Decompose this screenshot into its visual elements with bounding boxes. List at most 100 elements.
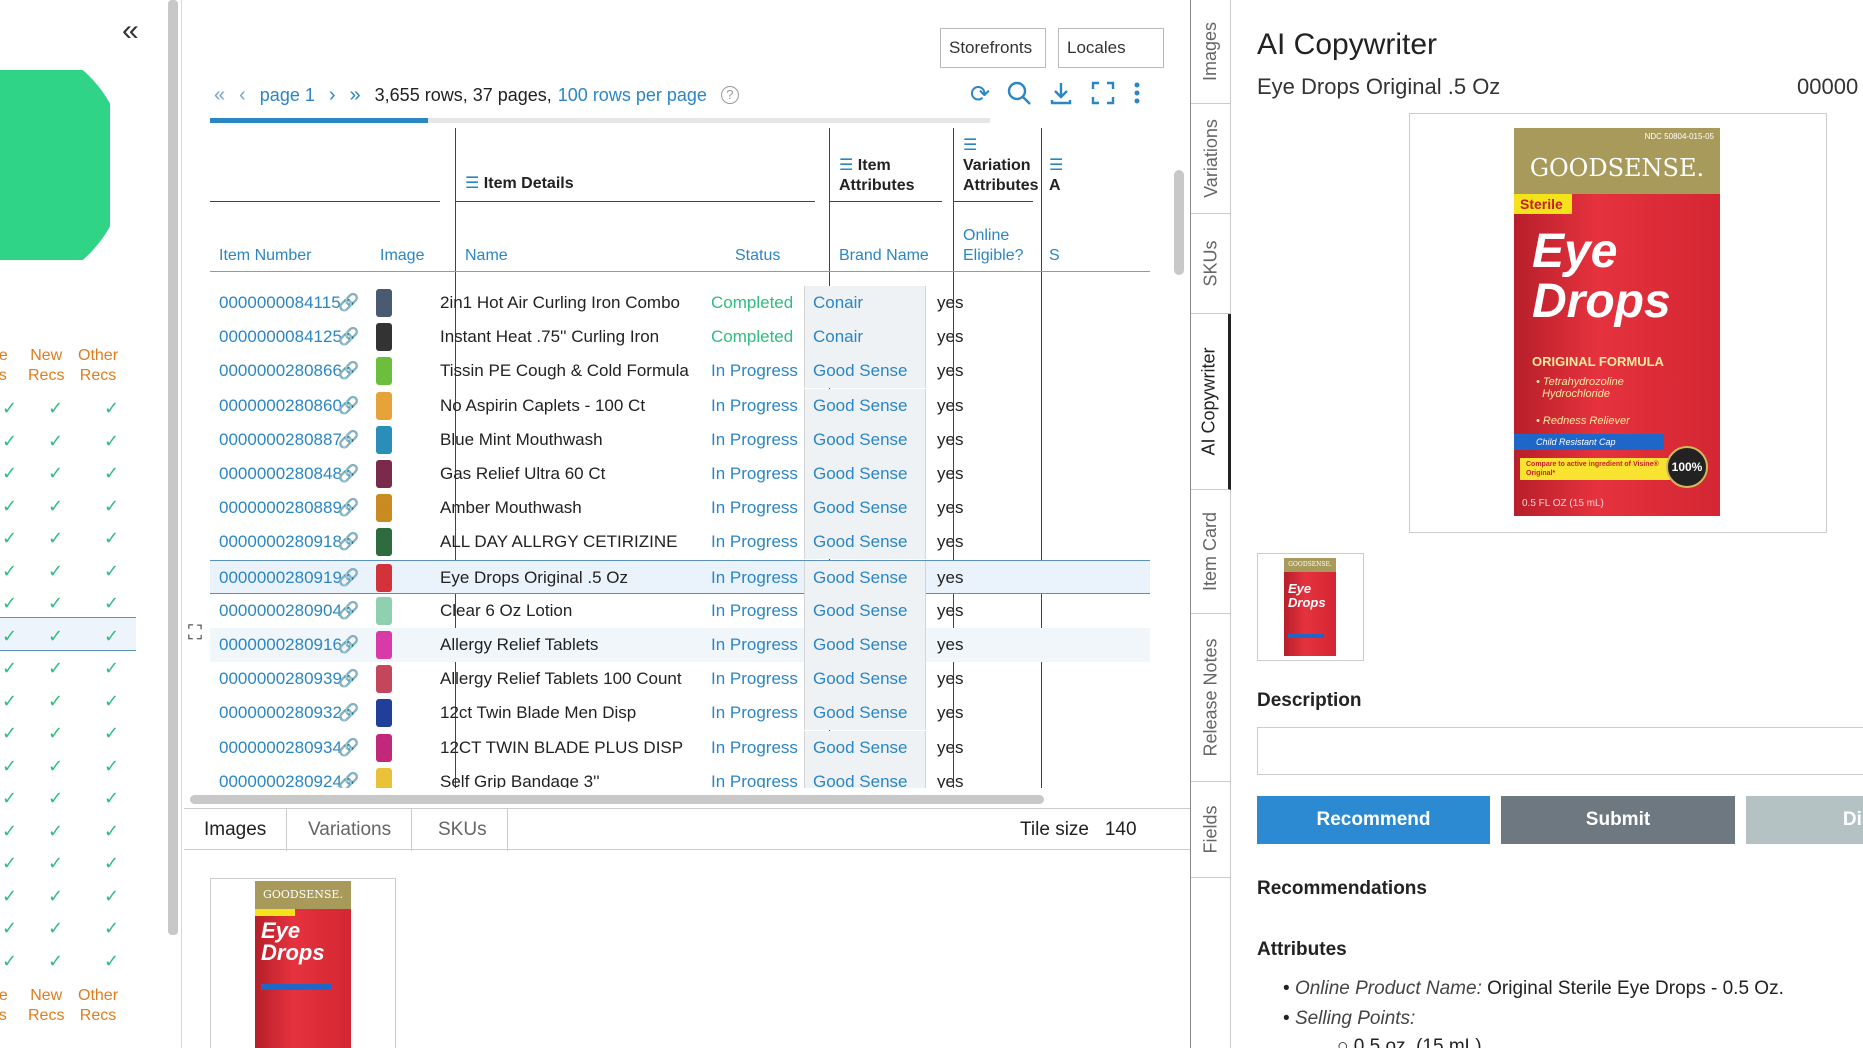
table-row[interactable]: 0000000280918 🔗 ALL DAY ALLRGY CETIRIZINE I… — [210, 525, 1150, 560]
item-thumbnail[interactable] — [376, 323, 392, 352]
tab-variations[interactable]: Variations — [288, 809, 413, 851]
help-icon[interactable]: ? — [720, 86, 739, 104]
download-icon[interactable] — [1048, 80, 1074, 106]
item-name[interactable]: Amber Mouthwash — [440, 491, 705, 525]
table-row[interactable]: 0000000280889 🔗 Amber Mouthwash In Progress… — [210, 491, 1150, 526]
link-icon[interactable]: 🔗 — [338, 525, 359, 559]
item-name[interactable]: 12ct Twin Blade Men Disp — [440, 696, 705, 730]
tab-skus[interactable]: SKUs — [418, 809, 508, 851]
link-icon[interactable]: 🔗 — [338, 423, 359, 457]
tile-size-control[interactable]: Tile size 140 — [1020, 809, 1137, 851]
main-product-image[interactable]: NDC 50804-015-05 GOODSENSE. Sterile Eye … — [1409, 113, 1827, 533]
recommend-button[interactable]: Recommend — [1257, 796, 1490, 844]
brand-name-cell[interactable]: Good Sense — [804, 662, 926, 697]
table-row[interactable]: 0000000280934 🔗 12CT TWIN BLADE PLUS DISP I… — [210, 730, 1150, 765]
table-row[interactable]: 0000000280848 🔗 Gas Relief Ultra 60 Ct In P… — [210, 457, 1150, 491]
item-number-link[interactable]: 0000000280860 — [219, 389, 342, 423]
item-number-link[interactable]: 0000000280916 — [219, 628, 342, 662]
vtab-ai-copywriter[interactable]: AI Copywriter — [1191, 314, 1231, 490]
online-eligible-cell[interactable]: yes — [937, 320, 963, 354]
item-number-link[interactable]: 0000000280924 — [219, 765, 342, 788]
item-thumbnail[interactable] — [376, 460, 392, 488]
link-icon[interactable]: 🔗 — [338, 731, 359, 765]
item-thumbnail[interactable] — [376, 528, 392, 557]
vtab-fields[interactable]: Fields — [1191, 782, 1231, 878]
horizontal-scrollbar[interactable] — [190, 795, 1044, 804]
item-thumbnail[interactable] — [376, 665, 392, 694]
online-eligible-cell[interactable]: yes — [937, 491, 963, 525]
online-eligible-cell[interactable]: yes — [937, 286, 963, 320]
brand-name-cell[interactable]: Good Sense — [804, 354, 926, 389]
col-image[interactable]: Image — [380, 246, 424, 266]
online-eligible-cell[interactable]: yes — [937, 765, 963, 788]
brand-name-cell[interactable]: Good Sense — [804, 491, 926, 526]
item-name[interactable]: Self Grip Bandage 3'' — [440, 765, 705, 788]
brand-name-cell[interactable]: Good Sense — [804, 730, 926, 765]
item-name[interactable]: Allergy Relief Tablets — [440, 628, 705, 662]
item-number-link[interactable]: 0000000280939 — [219, 662, 342, 696]
link-icon[interactable]: 🔗 — [338, 286, 359, 320]
col-status[interactable]: Status — [735, 246, 780, 266]
link-icon[interactable]: 🔗 — [338, 594, 359, 628]
link-icon[interactable]: 🔗 — [338, 457, 359, 491]
online-eligible-cell[interactable]: yes — [937, 628, 963, 662]
col-s[interactable]: S — [1049, 246, 1060, 266]
rows-per-page-link[interactable]: 100 rows per page — [558, 85, 707, 106]
item-name[interactable]: Tissin PE Cough & Cold Formula — [440, 354, 705, 388]
item-thumbnail[interactable] — [376, 391, 392, 420]
table-row[interactable]: 0000000084125 🔗 Instant Heat .75'' Curling… — [210, 320, 1150, 355]
brand-name-cell[interactable]: Good Sense — [804, 525, 926, 560]
link-icon[interactable]: 🔗 — [338, 696, 359, 730]
recs-col1-header[interactable]: ne cs — [0, 986, 8, 1026]
refresh-icon[interactable]: ⟳ — [970, 80, 990, 109]
item-details-group-header[interactable]: ☰ Item Details — [465, 174, 574, 194]
item-thumbnail[interactable] — [376, 289, 392, 317]
vtab-item-card[interactable]: Item Card — [1191, 490, 1231, 614]
description-input[interactable] — [1257, 727, 1863, 775]
table-row[interactable]: 0000000280919 🔗 Eye Drops Original .5 Oz In… — [210, 559, 1150, 595]
online-eligible-cell[interactable]: yes — [937, 525, 963, 559]
brand-name-cell[interactable]: Good Sense — [804, 422, 926, 457]
vtab-images[interactable]: Images — [1191, 0, 1231, 104]
online-eligible-cell[interactable]: yes — [937, 662, 963, 696]
prev-page-icon[interactable]: ‹ — [239, 84, 246, 107]
tab-images[interactable]: Images — [184, 809, 288, 851]
collapse-panel-icon[interactable]: « — [122, 14, 139, 48]
link-icon[interactable]: 🔗 — [338, 765, 359, 788]
table-row[interactable]: 0000000280860 🔗 No Aspirin Caplets - 100 C… — [210, 388, 1150, 423]
online-eligible-cell[interactable]: yes — [937, 561, 963, 595]
more-group-header[interactable]: ☰ A — [1049, 156, 1063, 196]
search-icon[interactable] — [1006, 80, 1032, 106]
locales-button[interactable]: Locales — [1058, 28, 1164, 68]
submit-button[interactable]: Submit — [1501, 796, 1735, 844]
vertical-scrollbar[interactable] — [1174, 170, 1184, 275]
table-row[interactable]: 0000000280904 🔗 Clear 6 Oz Lotion In Progre… — [210, 593, 1150, 628]
new-recs-header[interactable]: New Recs — [28, 986, 64, 1026]
brand-name-cell[interactable]: Good Sense — [804, 560, 926, 595]
item-thumbnail[interactable] — [376, 733, 392, 762]
online-eligible-cell[interactable]: yes — [937, 696, 963, 730]
col-item-number[interactable]: Item Number — [219, 246, 311, 266]
link-icon[interactable]: 🔗 — [338, 662, 359, 696]
brand-name-cell[interactable]: Good Sense — [804, 593, 926, 628]
item-number-link[interactable]: 0000000280918 — [219, 525, 342, 559]
vtab-release-notes[interactable]: Release Notes — [1191, 614, 1231, 782]
next-page-icon[interactable]: › — [329, 84, 336, 107]
variation-attributes-group-header[interactable]: ☰ Variation Attributes — [963, 136, 1039, 196]
page-indicator[interactable]: page 1 — [260, 85, 315, 106]
link-icon[interactable]: 🔗 — [338, 354, 359, 388]
online-eligible-cell[interactable]: yes — [937, 423, 963, 457]
online-eligible-cell[interactable]: yes — [937, 389, 963, 423]
col-brand-name[interactable]: Brand Name — [839, 246, 929, 266]
brand-name-cell[interactable]: Good Sense — [804, 628, 926, 662]
product-thumbnail[interactable]: GOODSENSE. Eye Drops — [1257, 553, 1364, 661]
link-icon[interactable]: 🔗 — [338, 628, 359, 662]
item-name[interactable]: 2in1 Hot Air Curling Iron Combo — [440, 286, 705, 320]
brand-name-cell[interactable]: Good Sense — [804, 457, 926, 491]
vtab-skus[interactable]: SKUs — [1191, 214, 1231, 314]
col-name[interactable]: Name — [465, 246, 508, 266]
item-name[interactable]: No Aspirin Caplets - 100 Ct — [440, 389, 705, 423]
online-eligible-cell[interactable]: yes — [937, 457, 963, 491]
link-icon[interactable]: 🔗 — [338, 491, 359, 525]
online-eligible-cell[interactable]: yes — [937, 731, 963, 765]
